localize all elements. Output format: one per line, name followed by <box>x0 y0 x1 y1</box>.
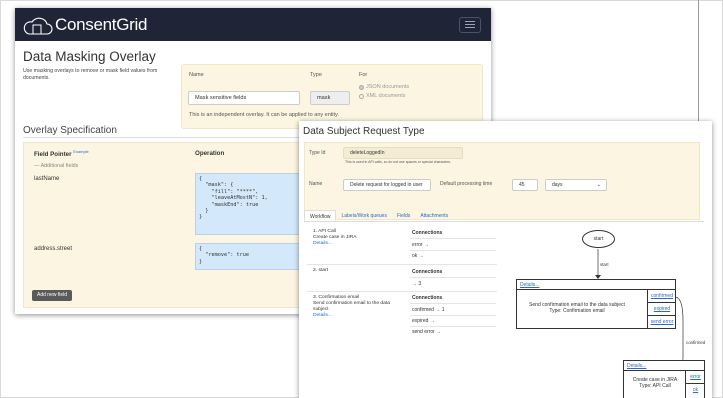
menu-toggle-button[interactable] <box>459 16 481 33</box>
node-details-link[interactable]: Details... <box>627 363 646 369</box>
for-label: For <box>359 72 368 78</box>
json-radio-label: JSON documents <box>366 84 410 90</box>
xml-radio[interactable]: XML documents <box>359 93 406 99</box>
node-body: Create case in JIRA Type: API Call <box>626 377 684 389</box>
output-ok[interactable]: ok <box>693 387 698 393</box>
type-input: mask <box>310 91 350 105</box>
example-link[interactable]: Example <box>73 149 89 154</box>
brand-name: ConsentGrid <box>55 14 148 34</box>
node-header: Details... <box>624 361 704 371</box>
field-pointer-header-text: Field Pointer <box>34 151 72 159</box>
workflow-diagram-lines <box>595 249 684 376</box>
type-label: Type <box>310 72 322 78</box>
start-node[interactable]: start <box>582 230 615 248</box>
output-send-error[interactable]: send error <box>651 319 674 325</box>
output-confirmed[interactable]: confirmed <box>651 293 673 299</box>
top-navbar: ConsentGrid <box>15 8 491 41</box>
overlay-settings-panel: Name Mask sensitive fields Type mask For… <box>181 64 483 129</box>
radio-dot-icon <box>359 84 364 90</box>
overlay-note: This is an independent overlay. It can b… <box>189 112 339 118</box>
field-lastname: lastName <box>34 176 60 182</box>
node-type: Type: API Call <box>639 383 671 389</box>
api-call-node[interactable]: Details... Create case in JIRA Type: API… <box>623 360 705 398</box>
operation-header: Operation <box>195 150 225 157</box>
output-expired[interactable]: expired <box>654 306 670 312</box>
node-details-link[interactable]: Details... <box>520 282 539 288</box>
name-input[interactable]: Mask sensitive fields <box>188 91 300 105</box>
output-error[interactable]: error <box>690 374 701 380</box>
xml-radio-label: XML documents <box>366 93 406 99</box>
name-label: Name <box>189 72 204 78</box>
field-address-street: address.street <box>34 246 73 252</box>
node-type: Type: Confirmation email <box>549 308 605 314</box>
json-radio[interactable]: JSON documents <box>359 84 409 90</box>
radio-dot-icon <box>359 93 364 99</box>
node-outputs: confirmed expired send error <box>647 290 676 329</box>
field-pointer-header: Field Pointer Example <box>34 149 89 158</box>
confirmation-email-node[interactable]: Details... Send confirmation email to th… <box>516 279 676 329</box>
dsr-type-window: Data Subject Request Type Type Id delete… <box>299 121 712 398</box>
brand-logo[interactable]: ConsentGrid <box>23 14 147 36</box>
node-outputs: error ok <box>685 371 705 398</box>
page-description: Use masking overlays to remove or mask f… <box>23 68 158 81</box>
node-header: Details... <box>517 280 675 290</box>
edge-label-confirmed: confirmed <box>686 340 706 345</box>
add-new-field-button[interactable]: Add new field <box>32 290 73 301</box>
page-title: Data Masking Overlay <box>23 49 156 64</box>
additional-fields-label: — Additional fields <box>34 163 79 169</box>
edge-label-start: start <box>600 262 609 267</box>
node-body: Send confirmation email to the data subj… <box>521 302 633 314</box>
cloud-icon <box>23 17 53 35</box>
spec-title: Overlay Specification <box>23 125 117 136</box>
